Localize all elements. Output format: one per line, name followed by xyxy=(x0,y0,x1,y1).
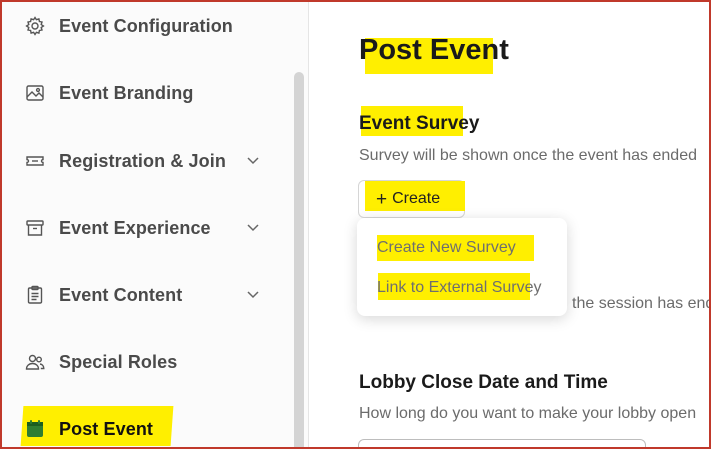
sidebar-item-special-roles[interactable]: Special Roles xyxy=(24,346,177,378)
hidden-section-text: the session has ended xyxy=(572,295,709,312)
sidebar-item-post-event[interactable]: Post Event xyxy=(24,413,153,445)
image-icon xyxy=(24,82,46,104)
chevron-down-icon[interactable] xyxy=(245,220,261,236)
sidebar-item-label: Event Experience xyxy=(59,217,211,238)
page-title: Post Event xyxy=(359,34,509,66)
event-survey-description: Survey will be shown once the event has … xyxy=(359,147,697,164)
sidebar-item-label: Post Event xyxy=(59,418,154,439)
archive-box-icon xyxy=(24,217,46,239)
event-survey-title: Event Survey xyxy=(359,113,480,134)
sidebar-item-event-experience[interactable]: Event Experience xyxy=(24,212,211,244)
sidebar-item-registration-join[interactable]: Registration & Join xyxy=(24,145,226,177)
people-icon xyxy=(24,351,46,373)
screenshot-frame: Event Configuration Event Branding Regis… xyxy=(0,0,711,449)
plus-icon: + xyxy=(376,188,388,210)
sidebar-item-event-configuration[interactable]: Event Configuration xyxy=(24,10,233,42)
ticket-icon xyxy=(24,150,46,172)
gear-icon xyxy=(24,15,46,37)
main-content: Post Event Event Survey Survey will be s… xyxy=(310,2,709,447)
scrollbar-track[interactable] xyxy=(294,72,304,447)
sidebar-item-label: Special Roles xyxy=(59,351,178,372)
create-button-label: Create xyxy=(392,190,441,207)
calendar-icon xyxy=(24,418,46,440)
chevron-down-icon[interactable] xyxy=(245,153,261,169)
create-survey-button[interactable]: + Create xyxy=(358,180,465,218)
sidebar-item-label: Event Configuration xyxy=(59,15,233,36)
sidebar-item-event-content[interactable]: Event Content xyxy=(24,279,182,311)
chevron-down-icon[interactable] xyxy=(245,287,261,303)
sidebar-item-event-branding[interactable]: Event Branding xyxy=(24,77,193,109)
create-dropdown-menu: Create New Survey Link to External Surve… xyxy=(357,218,567,316)
clipboard-icon xyxy=(24,284,46,306)
menu-item-create-new-survey[interactable]: Create New Survey xyxy=(377,239,516,257)
sidebar-item-label: Event Content xyxy=(59,284,183,305)
menu-item-link-external-survey[interactable]: Link to External Survey xyxy=(377,279,542,297)
sidebar-item-label: Registration & Join xyxy=(59,150,226,171)
lobby-close-description: How long do you want to make your lobby … xyxy=(359,405,697,422)
sidebar: Event Configuration Event Branding Regis… xyxy=(2,2,309,447)
lobby-close-title: Lobby Close Date and Time xyxy=(359,372,608,393)
lobby-close-datetime-field[interactable] xyxy=(358,439,646,447)
sidebar-item-label: Event Branding xyxy=(59,82,194,103)
